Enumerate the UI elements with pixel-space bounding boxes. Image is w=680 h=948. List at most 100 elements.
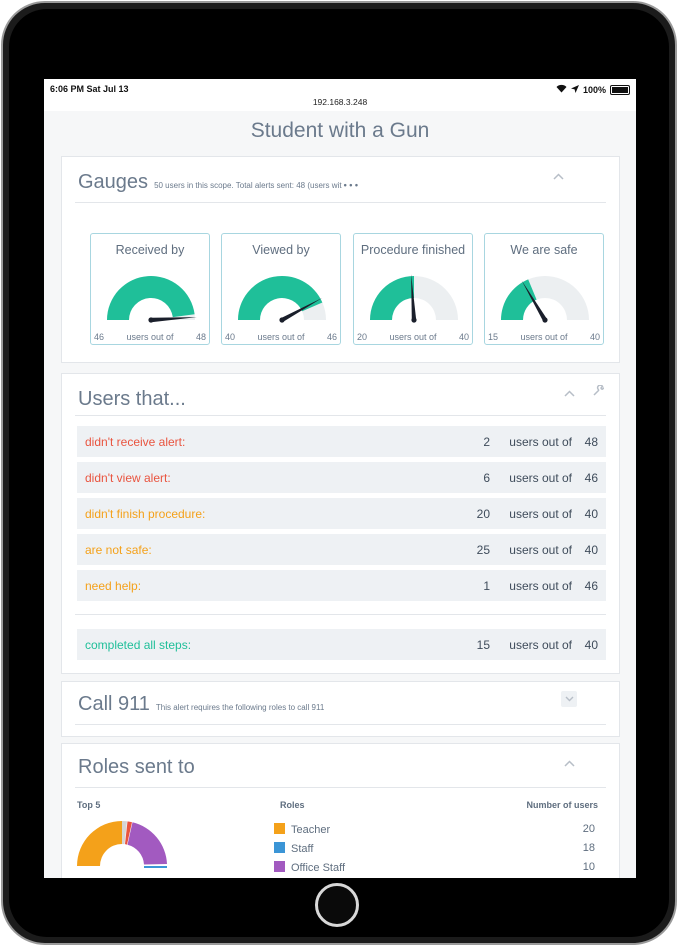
row-total: 46 (584, 471, 598, 485)
gauge-max: 48 (195, 332, 206, 342)
user-stat-row[interactable]: are not safe: 25 users out of 40 (77, 534, 606, 565)
page-title: Student with a Gun (250, 119, 430, 142)
row-of: users out of (509, 435, 572, 449)
location-icon (570, 84, 579, 95)
more-ellipsis[interactable]: • • • (344, 180, 358, 190)
gauge-hub (542, 317, 548, 323)
gauges-header: Gauges 50 users in this scope. Total aler… (62, 157, 619, 201)
legend-item[interactable]: Office Staff (274, 861, 345, 874)
users-panel: Users that... didn't receive alert: 2 user… (61, 373, 620, 674)
row-total: 48 (584, 435, 598, 449)
row-of: users out of (509, 579, 572, 593)
gauge-card: Viewed by 40 users out of 46 (221, 233, 341, 345)
chevron-up-icon[interactable] (564, 388, 575, 400)
users-divider (75, 415, 606, 416)
legend-item[interactable]: Teacher (274, 823, 330, 836)
wrench-icon[interactable] (592, 384, 605, 400)
roles-panel: Roles sent to Top 5 Roles Number of user… (61, 743, 620, 878)
row-label: didn't view alert: (85, 471, 171, 485)
top5-label: Top 5 (77, 800, 101, 810)
users-header: Users that... (62, 374, 619, 418)
legend-role-name: Staff (291, 843, 314, 855)
gauges-panel: Gauges 50 users in this scope. Total aler… (61, 156, 620, 363)
battery-percent: 100% (582, 84, 606, 95)
address-url[interactable]: 192.168.3.248 (44, 97, 636, 107)
legend-swatch (274, 823, 285, 834)
gauge-hub (279, 317, 285, 323)
gauge-fill (107, 275, 195, 320)
legend-swatch (274, 842, 285, 853)
legend-item[interactable]: Staff (274, 842, 313, 855)
gauges-subtitle: 50 users in this scope. Total alerts sen… (154, 181, 342, 190)
completed-row[interactable]: completed all steps: 15 users out of 40 (77, 629, 606, 660)
gauge-title: Viewed by (252, 243, 310, 257)
status-time: 6:06 PM Sat Jul 13 (50, 84, 129, 94)
call911-divider (75, 724, 606, 725)
user-stat-row[interactable]: didn't finish procedure: 20 users out of 40 (77, 498, 606, 529)
completed-count: 15 (476, 638, 490, 652)
legend-user-count: 10 (582, 861, 595, 873)
row-count: 2 (483, 435, 490, 449)
status-bar: 6:06 PM Sat Jul 13 192.168.3.248 100% (44, 79, 636, 111)
wifi-icon (556, 84, 567, 95)
row-of: users out of (509, 471, 572, 485)
gauge-fill (370, 276, 414, 320)
roles-col-header: Roles (280, 800, 305, 810)
gauges-divider (75, 202, 606, 203)
row-label: are not safe: (85, 543, 152, 557)
completed-total: 40 (584, 638, 598, 652)
gauge-title: Procedure finished (360, 243, 466, 257)
row-count: 6 (483, 471, 490, 485)
row-count: 20 (476, 507, 490, 521)
call911-title-text: Call 911 (78, 693, 150, 715)
legend-role-name: Office Staff (291, 862, 346, 874)
gauge-dial (238, 276, 326, 323)
legend-role-name: Teacher (291, 824, 331, 836)
legend-swatch (274, 861, 285, 872)
row-count: 25 (476, 543, 490, 557)
gauge-caption: users out of (126, 332, 174, 342)
chevron-up-icon[interactable] (553, 171, 564, 183)
home-button[interactable] (315, 883, 359, 927)
gauge-card: Received by 46 users out of 48 (90, 233, 210, 345)
chevron-down-icon[interactable] (561, 691, 577, 707)
gauge-title: We are safe (510, 243, 578, 257)
row-of: users out of (509, 543, 572, 557)
users-divider-2 (75, 614, 606, 615)
gauge-hub (411, 317, 417, 323)
gauge-dial (370, 274, 458, 323)
row-total: 40 (584, 507, 598, 521)
call911-subtitle: This alert requires the following roles … (155, 703, 325, 712)
users-col-header: Number of users (526, 800, 598, 810)
roles-donut (77, 821, 167, 868)
gauge-hub (148, 317, 154, 323)
user-stat-row[interactable]: didn't view alert: 6 users out of 46 (77, 462, 606, 493)
status-right: 100% (556, 84, 630, 95)
gauge-card: We are safe 15 users out of 40 (484, 233, 604, 345)
call911-panel: Call 911 This alert requires the followin… (61, 681, 620, 737)
row-total: 46 (584, 579, 598, 593)
gauge-max: 40 (589, 332, 600, 342)
legend-user-count: 18 (582, 842, 595, 854)
gauge-caption: users out of (520, 332, 568, 342)
legend-user-count: 20 (582, 823, 595, 835)
user-stat-row[interactable]: didn't receive alert: 2 users out of 48 (77, 426, 606, 457)
row-label: didn't finish procedure: (85, 507, 206, 521)
user-stat-row[interactable]: need help: 1 users out of 46 (77, 570, 606, 601)
completed-label: completed all steps: (85, 638, 192, 652)
chevron-up-icon[interactable] (564, 758, 575, 770)
gauges-title: Gauges 50 users in this scope. Total aler… (78, 171, 358, 194)
gauge-caption: users out of (389, 332, 437, 342)
gauge-max: 40 (458, 332, 469, 342)
gauge-caption: users out of (257, 332, 305, 342)
users-title: Users that... (78, 388, 186, 410)
row-count: 1 (483, 579, 490, 593)
roles-title: Roles sent to (78, 756, 195, 778)
call911-title: Call 911 This alert requires the followin… (78, 693, 324, 716)
gauge-dial (501, 276, 589, 323)
roles-divider (75, 787, 606, 788)
gauge-card: Procedure finished 20 users out of 40 (353, 233, 473, 345)
screen: 6:06 PM Sat Jul 13 192.168.3.248 100% St… (44, 79, 636, 878)
row-label: didn't receive alert: (85, 435, 186, 449)
completed-of: users out of (509, 638, 572, 652)
